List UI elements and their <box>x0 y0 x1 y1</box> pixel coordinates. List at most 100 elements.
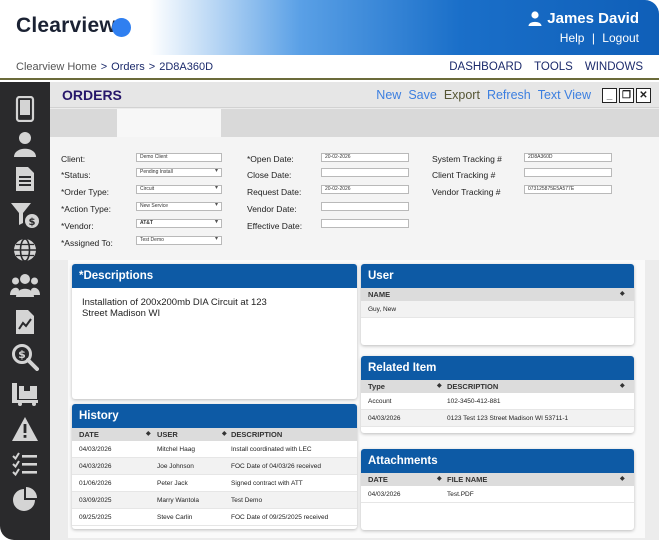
cell-date: 04/03/2026 <box>79 446 112 453</box>
table-row[interactable]: Guy, New <box>361 301 634 318</box>
cell-user: Mitchel Haag <box>157 446 195 453</box>
user-menu[interactable]: James David <box>528 10 639 27</box>
search-dollar-icon[interactable]: $ <box>10 342 40 372</box>
cell-user: Peter Jack <box>157 480 188 487</box>
descriptions-panel: *Descriptions Installation of 200x200mb … <box>72 264 357 399</box>
export-button[interactable]: Export <box>444 88 480 102</box>
user-icon[interactable] <box>10 129 40 159</box>
table-row[interactable]: 04/03/2026 Test.PDF <box>361 486 634 503</box>
table-row[interactable]: 03/09/2025 Marry Wantola Test Demo <box>72 492 357 509</box>
sort-icon[interactable]: ◆ <box>620 382 625 389</box>
warning-icon[interactable] <box>10 414 40 444</box>
client-field[interactable]: Demo Client <box>136 153 222 162</box>
request-date-field[interactable]: 20-02-2026 <box>321 185 409 194</box>
open-date-field[interactable]: 20-02-2026 <box>321 153 409 162</box>
col-user[interactable]: USER <box>157 430 178 439</box>
nav-dashboard[interactable]: DASHBOARD <box>449 61 522 73</box>
client-tracking-label: Client Tracking # <box>432 170 496 180</box>
cell-date: 04/03/2026 <box>368 491 401 498</box>
svg-text:$: $ <box>29 217 36 228</box>
save-button[interactable]: Save <box>408 88 437 102</box>
table-row[interactable]: 01/06/2026 Peter Jack Signed contract with… <box>72 475 357 492</box>
open-date-label: *Open Date: <box>247 154 294 164</box>
new-button[interactable]: New <box>376 88 401 102</box>
col-description[interactable]: DESCRIPTION <box>231 430 282 439</box>
close-date-field[interactable] <box>321 168 409 177</box>
cell-description: 0123 Test 123 Street Madison WI 53711-1 <box>447 415 569 422</box>
order-type-label: *Order Type: <box>61 187 110 197</box>
order-type-select[interactable]: Circuit <box>136 185 222 194</box>
table-row[interactable]: 04/03/2026 0123 Test 123 Street Madison W… <box>361 410 634 427</box>
vendor-label: *Vendor: <box>61 221 94 231</box>
status-select[interactable]: Pending Install <box>136 168 222 177</box>
sort-icon[interactable]: ◆ <box>620 290 625 297</box>
nav-tools[interactable]: TOOLS <box>534 61 573 73</box>
pie-chart-icon[interactable] <box>10 484 40 514</box>
sort-icon[interactable]: ◆ <box>620 475 625 482</box>
history-panel: History DATE ◆ USER ◆ DESCRIPTION 04/03/… <box>72 404 357 529</box>
vendor-tracking-field[interactable]: 073125875E5A577E <box>524 185 612 194</box>
checklist-icon[interactable] <box>10 449 40 479</box>
table-row[interactable]: 04/03/2026 Mitchel Haag Install coordinate… <box>72 441 357 458</box>
filter-dollar-icon[interactable]: $ <box>10 200 40 230</box>
nav-windows[interactable]: WINDOWS <box>585 61 643 73</box>
system-tracking-field[interactable]: 2D8A360D <box>524 153 612 162</box>
col-date[interactable]: DATE <box>79 430 99 439</box>
users-group-icon[interactable] <box>10 270 40 300</box>
close-icon[interactable]: ✕ <box>636 88 651 103</box>
sort-icon[interactable]: ◆ <box>437 475 442 482</box>
action-type-select[interactable]: New Service <box>136 202 222 211</box>
truck-icon[interactable] <box>10 378 40 408</box>
logout-link[interactable]: Logout <box>602 31 639 45</box>
table-row[interactable]: Account 102-3450-412-881 <box>361 393 634 410</box>
tab-active[interactable] <box>117 109 221 137</box>
user-table-header: NAME ◆ <box>361 288 634 301</box>
col-date[interactable]: DATE <box>368 475 388 484</box>
col-name[interactable]: NAME <box>368 290 390 299</box>
vendor-select[interactable]: AT&T <box>136 219 222 228</box>
breadcrumb-orders[interactable]: Orders <box>111 61 145 73</box>
user-panel: User NAME ◆ Guy, New <box>361 264 634 345</box>
main-area: ORDERS New Save Export Refresh Text View… <box>50 82 659 540</box>
window-controls: _ ❐ ✕ <box>602 88 651 103</box>
cell-file-name[interactable]: Test.PDF <box>447 491 474 498</box>
vendor-date-field[interactable] <box>321 202 409 211</box>
refresh-button[interactable]: Refresh <box>487 88 531 102</box>
assigned-to-select[interactable]: Test Demo <box>136 236 222 245</box>
text-view-button[interactable]: Text View <box>538 88 591 102</box>
client-tracking-field[interactable] <box>524 168 612 177</box>
document-icon[interactable] <box>10 164 40 194</box>
cell-description: Install coordinated with LEC <box>231 446 312 453</box>
sort-icon[interactable]: ◆ <box>146 430 151 437</box>
minimize-icon[interactable]: _ <box>602 88 617 103</box>
breadcrumb-home[interactable]: Clearview Home <box>16 61 97 73</box>
client-label: Client: <box>61 154 86 164</box>
descriptions-text[interactable]: Installation of 200x200mb DIA Circuit at… <box>72 288 302 328</box>
app-logo[interactable]: Clearview <box>16 14 116 38</box>
svg-text:$: $ <box>18 348 26 361</box>
effective-date-field[interactable] <box>321 219 409 228</box>
col-file-name[interactable]: FILE NAME <box>447 475 487 484</box>
chart-document-icon[interactable] <box>10 307 40 337</box>
user-panel-header: User <box>361 264 634 288</box>
phone-icon[interactable] <box>10 94 40 124</box>
page-title: ORDERS <box>62 87 122 103</box>
history-header: History <box>72 404 357 428</box>
help-link[interactable]: Help <box>560 31 585 45</box>
restore-icon[interactable]: ❐ <box>619 88 634 103</box>
request-date-label: Request Date: <box>247 187 302 197</box>
col-description[interactable]: DESCRIPTION <box>447 382 498 391</box>
related-table-header: Type ◆ DESCRIPTION ◆ <box>361 380 634 393</box>
user-icon <box>528 11 542 26</box>
sort-icon[interactable]: ◆ <box>437 382 442 389</box>
sort-icon[interactable]: ◆ <box>222 430 227 437</box>
top-nav: DASHBOARD TOOLS WINDOWS <box>449 61 643 73</box>
table-row[interactable]: 04/03/2026 Joe Johnson FOC Date of 04/03/2… <box>72 458 357 475</box>
col-type[interactable]: Type <box>368 382 385 391</box>
cell-description: Signed contract with ATT <box>231 480 303 487</box>
table-row[interactable]: 09/25/2025 Steve Carlin FOC Date of 09/25/… <box>72 509 357 526</box>
globe-icon[interactable] <box>10 235 40 265</box>
logo-dot-icon <box>112 18 131 37</box>
cell-type: Account <box>368 398 392 405</box>
cell-date: 03/09/2025 <box>79 497 112 504</box>
